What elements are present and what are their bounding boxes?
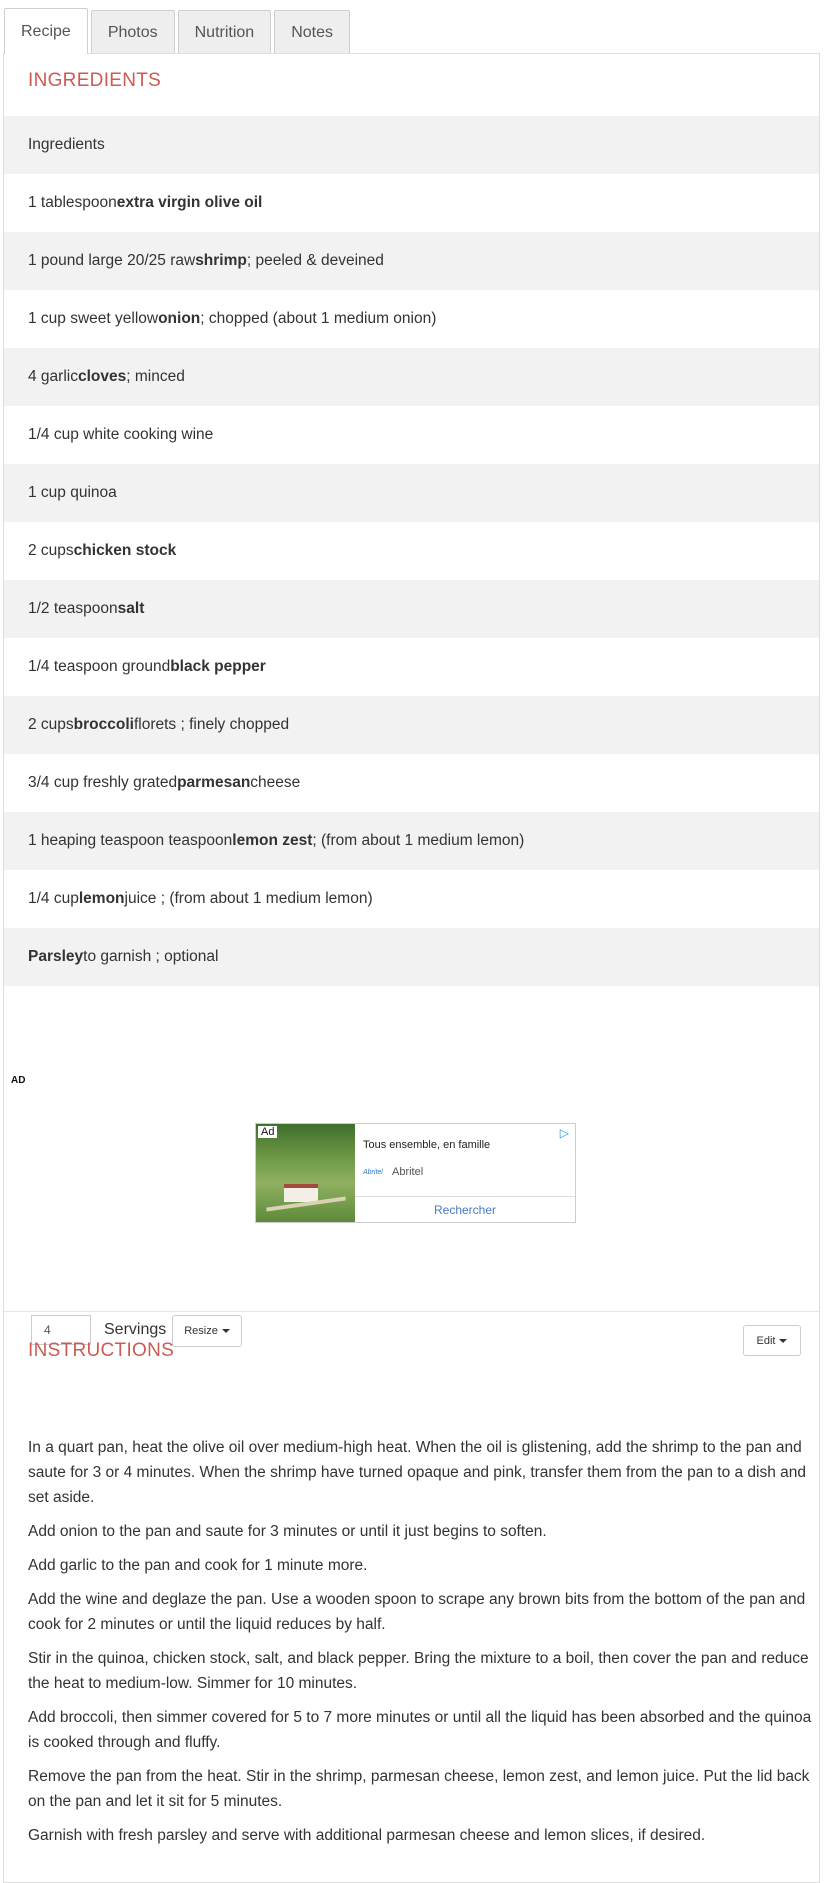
recipe-panel: INGREDIENTS Ingredients 1 tablespoon extr… [3, 53, 820, 1883]
ad-badge: Ad [258, 1126, 278, 1138]
ingredient-row: 1 heaping teaspoon teaspoon lemon zest ;… [4, 812, 819, 870]
edit-button[interactable]: Edit [743, 1325, 801, 1356]
instruction-step: Garnish with fresh parsley and serve wit… [28, 1827, 706, 1844]
ingredient-bold-text: shrimp [195, 252, 247, 269]
ingredient-post-text: to garnish ; optional [83, 948, 219, 965]
tab-notes[interactable]: Notes [274, 10, 350, 54]
ingredient-pre-text: 1 pound large 20/25 raw [28, 252, 196, 269]
tab-bar: Recipe Photos Nutrition Notes [4, 8, 353, 54]
instruction-step: In a quart pan, heat the olive oil over … [28, 1439, 807, 1506]
ingredients-title: INGREDIENTS [28, 70, 162, 91]
ingredients-list: Ingredients 1 tablespoon extra virgin oli… [4, 116, 819, 986]
ingredient-row: 1/4 teaspoon ground black pepper [4, 638, 819, 696]
ingredient-pre-text: 4 garlic [28, 368, 78, 385]
tab-photos[interactable]: Photos [90, 10, 175, 54]
ingredient-pre-text: 1 heaping teaspoon teaspoon [28, 832, 233, 849]
ingredient-row: 1/4 cup white cooking wine [4, 406, 819, 464]
ingredient-bold-text: lemon zest [232, 832, 313, 849]
ad-brand-logo: Abritel [363, 1169, 383, 1176]
ad-cta-button[interactable]: Rechercher [355, 1196, 575, 1222]
ingredient-post-text: florets ; finely chopped [133, 716, 290, 733]
ingredient-post-text: ; (from about 1 medium lemon) [312, 832, 525, 849]
instruction-step: Stir in the quinoa, chicken stock, salt,… [28, 1650, 809, 1692]
ingredient-bold-text: extra virgin olive oil [116, 194, 263, 211]
ad-banner[interactable]: Ad ▷ Tous ensemble, en famille Abritel A… [255, 1123, 576, 1223]
tab-nutrition[interactable]: Nutrition [177, 10, 272, 54]
ingredient-pre-text: 1 tablespoon [28, 194, 117, 211]
instruction-step: Add garlic to the pan and cook for 1 min… [28, 1557, 368, 1574]
ingredient-row: 2 cups broccoli florets ; finely chopped [4, 696, 819, 754]
ad-brand: Abritel [392, 1166, 424, 1178]
instructions-title: INSTRUCTIONS [28, 1340, 175, 1361]
ingredient-row: 1/2 teaspoon salt [4, 580, 819, 638]
ingredient-pre-text: 1/4 cup white cooking wine [28, 426, 214, 443]
ingredient-pre-text: 1/4 cup [28, 890, 79, 907]
edit-label: Edit [756, 1334, 776, 1347]
ingredient-row: 1/4 cup lemon juice ; (from about 1 medi… [4, 870, 819, 928]
ingredient-row: 1 cup quinoa [4, 464, 819, 522]
ingredient-bold-text: onion [158, 310, 201, 327]
ad-image[interactable]: Ad [256, 1124, 355, 1222]
caret-down-icon [779, 1338, 788, 1343]
house-shape [284, 1184, 318, 1202]
ingredient-pre-text: 1 cup sweet yellow [28, 310, 159, 327]
ingredient-bold-text: lemon [78, 890, 125, 907]
ingredient-bold-text: chicken stock [73, 542, 177, 559]
instruction-step: Add onion to the pan and saute for 3 min… [28, 1523, 547, 1540]
ingredient-pre-text: Ingredients [28, 136, 105, 153]
ingredient-post-text: juice ; (from about 1 medium lemon) [124, 890, 373, 907]
tab-recipe[interactable]: Recipe [4, 8, 88, 54]
section-divider [4, 1311, 819, 1312]
adchoices-play-icon[interactable]: ▷ [560, 1126, 569, 1140]
ingredient-row: 1 tablespoon extra virgin olive oil [4, 174, 819, 232]
ingredient-row: 3/4 cup freshly grated parmesan cheese [4, 754, 819, 812]
ingredient-bold-text: cloves [77, 368, 127, 385]
ingredient-pre-text: 1 cup quinoa [28, 484, 117, 501]
ingredient-row: 4 garlic cloves ; minced [4, 348, 819, 406]
caret-down-icon [221, 1329, 230, 1333]
ingredient-pre-text: 2 cups [28, 542, 74, 559]
servings-label: Servings [104, 1321, 167, 1338]
instructions-list: In a quart pan, heat the olive oil over … [28, 1435, 818, 1857]
ingredient-post-text: ; peeled & deveined [246, 252, 384, 269]
ingredient-row: Parsley to garnish ; optional [4, 928, 819, 986]
ingredient-pre-text: 2 cups [28, 716, 74, 733]
ingredient-pre-text: 1/4 teaspoon ground [28, 658, 171, 675]
instruction-step: Add the wine and deglaze the pan. Use a … [28, 1591, 806, 1633]
ingredient-bold-text: Parsley [28, 948, 84, 965]
ingredient-post-text: ; chopped (about 1 medium onion) [200, 310, 437, 327]
ingredient-pre-text: 1/2 teaspoon [28, 600, 118, 617]
ingredient-row: Ingredients [4, 116, 819, 174]
ingredient-row: 2 cups chicken stock [4, 522, 819, 580]
ingredient-post-text: cheese [250, 774, 301, 791]
ingredient-bold-text: parmesan [177, 774, 251, 791]
ingredient-row: 1 pound large 20/25 raw shrimp ; peeled … [4, 232, 819, 290]
instruction-step: Remove the pan from the heat. Stir in th… [28, 1768, 810, 1810]
ingredient-post-text: ; minced [126, 368, 185, 385]
ingredient-bold-text: salt [117, 600, 145, 617]
ingredient-bold-text: black pepper [170, 658, 266, 675]
ingredient-pre-text: 3/4 cup freshly grated [28, 774, 178, 791]
ad-label: AD [11, 1075, 26, 1086]
resize-label: Resize [184, 1325, 218, 1337]
ad-headline[interactable]: Tous ensemble, en famille [363, 1139, 490, 1151]
instruction-step: Add broccoli, then simmer covered for 5 … [28, 1709, 812, 1751]
ingredient-bold-text: broccoli [73, 716, 134, 733]
ingredient-row: 1 cup sweet yellow onion ; chopped (abou… [4, 290, 819, 348]
resize-button[interactable]: Resize [172, 1315, 242, 1347]
